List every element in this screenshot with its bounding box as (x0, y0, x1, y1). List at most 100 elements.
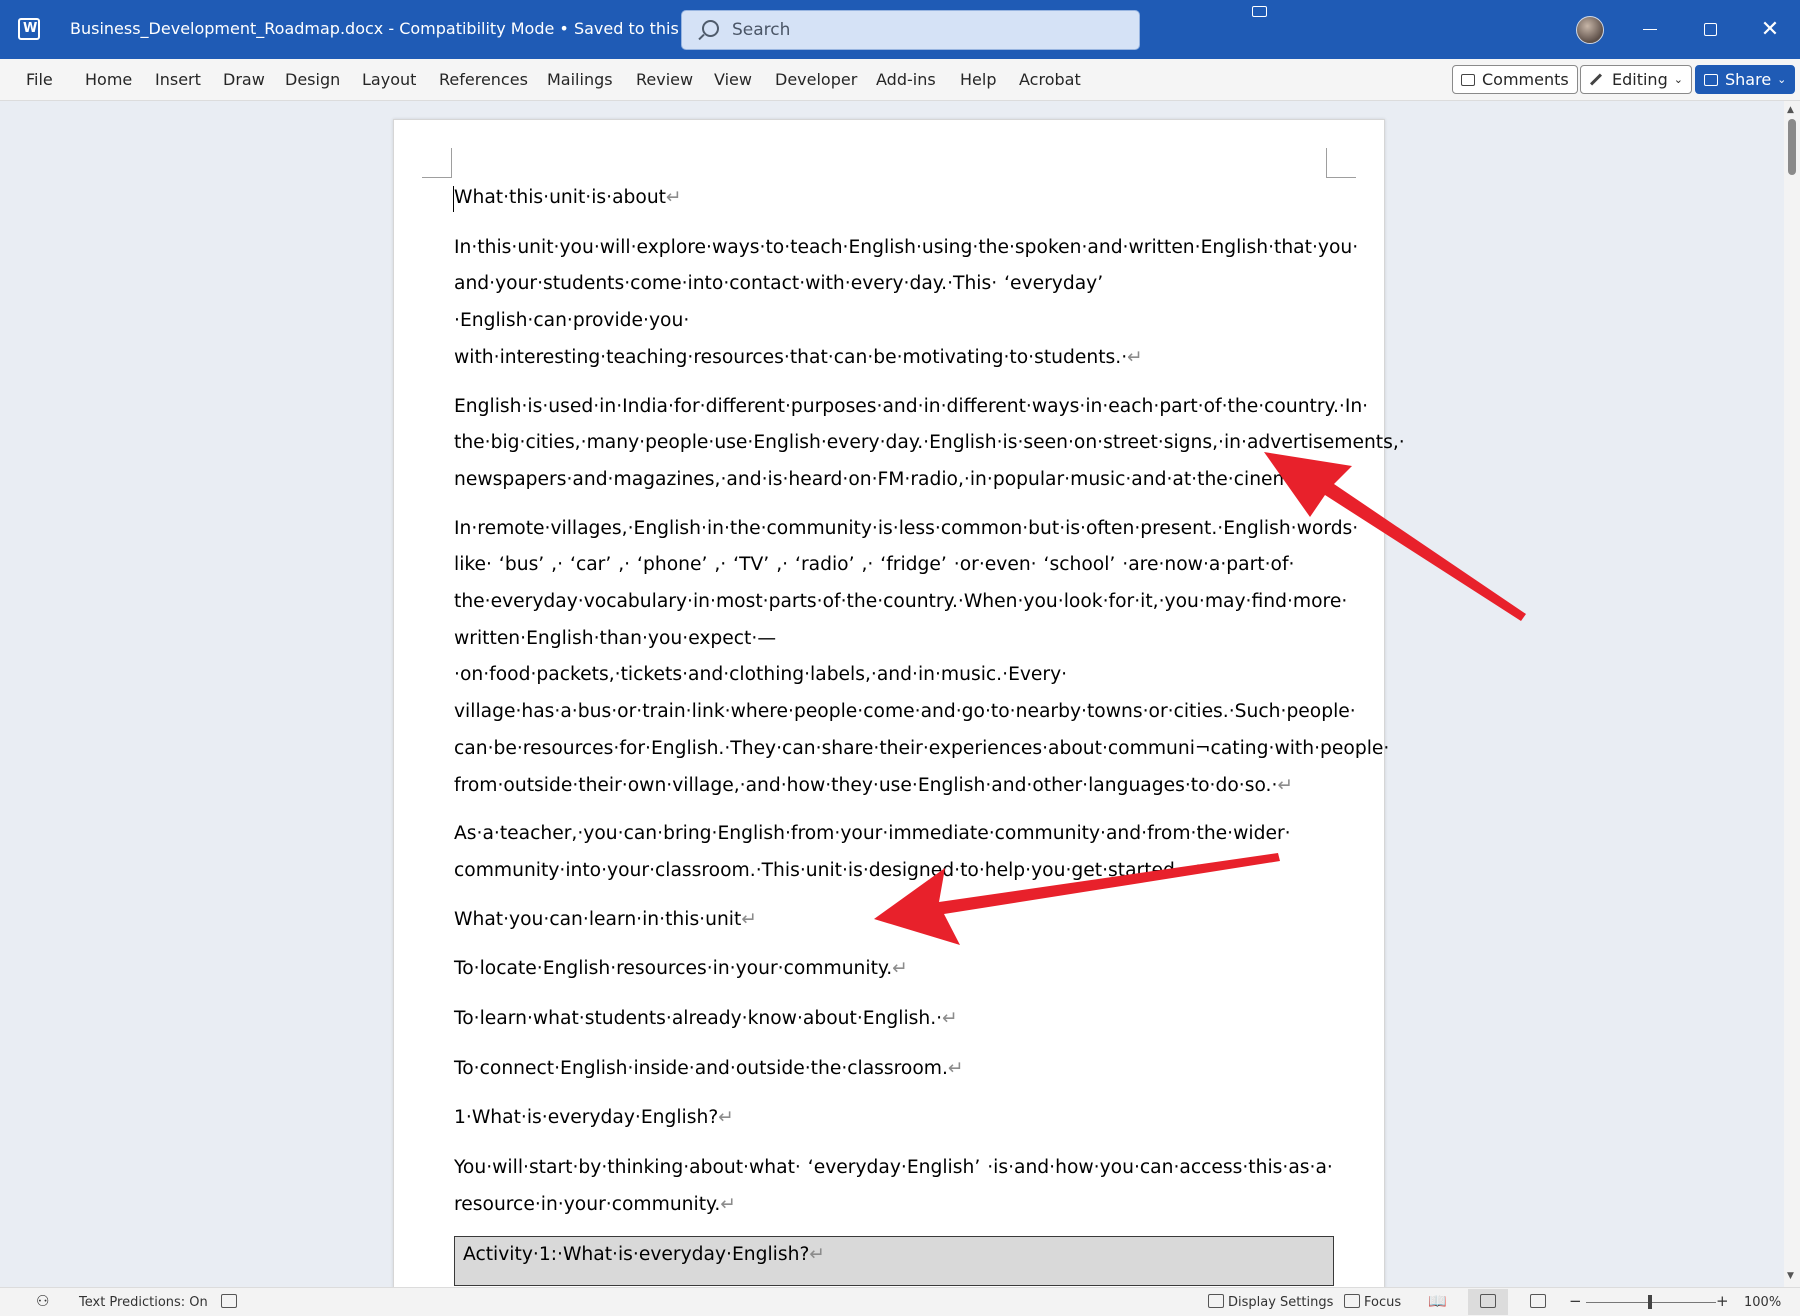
zoom-in-button[interactable]: + (1716, 1292, 1729, 1310)
tab-draw[interactable]: Draw (223, 70, 265, 89)
paragraph-mark: ↵ (741, 908, 758, 930)
share-label: Share (1725, 70, 1772, 89)
tab-add-ins[interactable]: Add-ins (876, 70, 936, 89)
document-page[interactable]: What·this·unit·is·about↵ In·this·unit·yo… (393, 119, 1405, 1287)
close-icon: ✕ (1760, 17, 1780, 42)
tab-developer[interactable]: Developer (775, 70, 857, 89)
web-layout-icon[interactable] (1530, 1294, 1546, 1308)
paragraph[interactable]: You·will·start·by·thinking·about·what· ‘… (454, 1150, 1334, 1223)
scroll-down-icon[interactable]: ▼ (1787, 1271, 1794, 1281)
tab-insert[interactable]: Insert (155, 70, 201, 89)
activity-title: Activity·1:·What·is·everyday·English? (463, 1243, 810, 1265)
display-settings[interactable]: Display Settings (1228, 1295, 1333, 1310)
status-bar: ⚇ Text Predictions: On Display Settings … (0, 1287, 1800, 1316)
heading-text: What·this·unit·is·about (454, 187, 667, 208)
comments-label: Comments (1482, 70, 1569, 89)
maximize-icon (1703, 23, 1717, 36)
margin-corner-mark (1326, 148, 1356, 178)
text-predictions-status[interactable]: Text Predictions: On (79, 1295, 208, 1310)
document-title[interactable]: Business_Development_Roadmap.docx - Comp… (70, 19, 721, 38)
zoom-out-button[interactable]: − (1569, 1292, 1582, 1310)
paragraph[interactable]: In·remote·villages,·English·in·the·commu… (454, 511, 1389, 805)
list-item-text: To·locate·English·resources·in·your·comm… (454, 958, 893, 980)
list-item-text: To·connect·English·inside·and·outside·th… (454, 1057, 948, 1079)
text-predictions-icon[interactable]: ⚇ (36, 1292, 49, 1310)
paragraph-mark: ↵ (809, 1243, 826, 1265)
search-input[interactable] (732, 19, 1112, 41)
tab-review[interactable]: Review (636, 70, 693, 89)
ribbon-display-options-icon[interactable] (1252, 6, 1267, 17)
paragraph-mark: ↵ (666, 187, 682, 208)
tab-acrobat[interactable]: Acrobat (1019, 70, 1081, 89)
tab-view[interactable]: View (714, 70, 752, 89)
document-title-text: Business_Development_Roadmap.docx - Comp… (70, 19, 705, 38)
document-body[interactable]: What·this·unit·is·about↵ In·this·unit·yo… (454, 180, 1405, 1286)
avatar[interactable] (1576, 16, 1604, 44)
paragraph-text: In·this·unit·you·will·explore·ways·to·te… (454, 236, 1359, 368)
paragraph-mark: ↵ (1127, 346, 1143, 368)
tab-help[interactable]: Help (960, 70, 996, 89)
editing-label: Editing (1612, 70, 1668, 89)
accessibility-icon[interactable] (221, 1294, 237, 1308)
list-item-text: To·learn·what·students·already·know·abou… (454, 1008, 943, 1030)
chevron-down-icon: ⌄ (1777, 73, 1787, 86)
focus-mode[interactable]: Focus (1364, 1295, 1401, 1310)
paragraph-mark: ↵ (947, 1057, 964, 1079)
paragraph[interactable]: English·is·used·in·India·for·different·p… (454, 389, 1405, 499)
heading-everyday-english[interactable]: 1·What·is·everyday·English?↵ (454, 1100, 1334, 1137)
tab-file[interactable]: File (26, 70, 53, 89)
comment-icon (1461, 73, 1475, 86)
print-layout-icon[interactable] (1480, 1294, 1496, 1308)
document-canvas[interactable]: What·this·unit·is·about↵ In·this·unit·yo… (0, 101, 1784, 1287)
heading-text: 1·What·is·everyday·English? (454, 1107, 719, 1129)
focus-icon[interactable] (1344, 1294, 1360, 1308)
paragraph[interactable]: As·a·teacher,·you·can·bring·English·from… (454, 816, 1334, 889)
display-settings-icon[interactable] (1208, 1294, 1224, 1308)
maximize-button[interactable] (1680, 0, 1740, 59)
minimize-button[interactable] (1620, 0, 1680, 59)
list-item[interactable]: To·locate·English·resources·in·your·comm… (454, 951, 1334, 988)
paragraph-mark: ↵ (1314, 468, 1330, 490)
tab-mailings[interactable]: Mailings (547, 70, 613, 89)
margin-corner-mark (422, 148, 452, 178)
list-item[interactable]: To·connect·English·inside·and·outside·th… (454, 1051, 1334, 1088)
comments-button[interactable]: Comments (1452, 65, 1578, 94)
zoom-level[interactable]: 100% (1744, 1295, 1781, 1310)
share-button[interactable]: Share ⌄ (1695, 65, 1796, 94)
read-mode-icon[interactable]: 📖 (1428, 1292, 1447, 1310)
search-icon (702, 20, 719, 37)
paragraph-text: In·remote·villages,·English·in·the·commu… (454, 517, 1390, 796)
search-box[interactable] (681, 10, 1140, 50)
vertical-scrollbar[interactable]: ▲ ▼ (1784, 101, 1800, 1287)
paragraph-mark: ↵ (1277, 774, 1294, 796)
paragraph-mark: ↵ (1186, 859, 1203, 881)
chevron-down-icon: ⌄ (1673, 73, 1683, 86)
paragraph-text: You·will·start·by·thinking·about·what· ‘… (454, 1157, 1333, 1215)
paragraph[interactable]: In·this·unit·you·will·explore·ways·to·te… (454, 230, 1358, 377)
zoom-slider-thumb[interactable] (1648, 1295, 1652, 1309)
list-item[interactable]: To·learn·what·students·already·know·abou… (454, 1001, 1334, 1038)
pencil-icon (1589, 73, 1603, 86)
paragraph-mark: ↵ (942, 1008, 958, 1030)
editing-mode-button[interactable]: Editing ⌄ (1580, 65, 1692, 94)
paragraph-mark: ↵ (720, 1193, 737, 1215)
paragraph-text: As·a·teacher,·you·can·bring·English·from… (454, 823, 1291, 881)
activity-box[interactable]: Activity·1:·What·is·everyday·English?↵ (454, 1235, 1334, 1286)
paragraph-mark: ↵ (892, 958, 908, 980)
word-app-icon[interactable] (18, 18, 40, 40)
scroll-thumb[interactable] (1788, 119, 1796, 175)
minimize-icon (1643, 28, 1657, 31)
title-bar: Business_Development_Roadmap.docx - Comp… (0, 0, 1800, 59)
heading-text: What·you·can·learn·in·this·unit (454, 908, 742, 930)
tab-design[interactable]: Design (285, 70, 340, 89)
heading-unit-about[interactable]: What·this·unit·is·about↵ (454, 180, 1334, 217)
tab-home[interactable]: Home (85, 70, 132, 89)
share-icon (1704, 73, 1718, 86)
heading-learn[interactable]: What·you·can·learn·in·this·unit↵ (454, 902, 1334, 939)
tab-layout[interactable]: Layout (362, 70, 416, 89)
close-button[interactable]: ✕ (1740, 0, 1800, 59)
tab-references[interactable]: References (439, 70, 528, 89)
paragraph-text: English·is·used·in·India·for·different·p… (454, 395, 1405, 490)
scroll-up-icon[interactable]: ▲ (1787, 105, 1794, 115)
paragraph-mark: ↵ (718, 1107, 734, 1129)
